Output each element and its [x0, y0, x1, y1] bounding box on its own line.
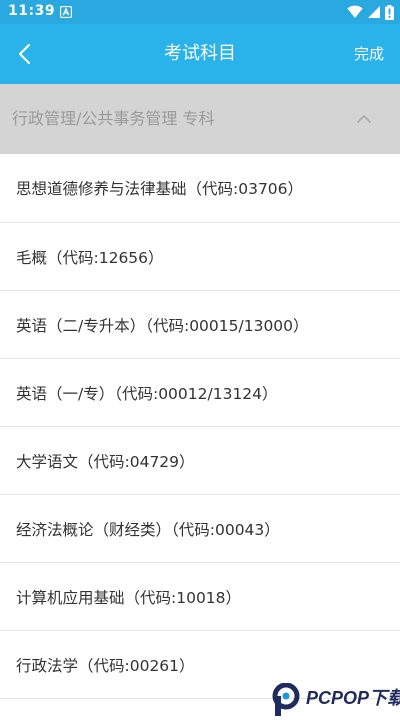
subject-item[interactable]: 毛概（代码:12656）: [0, 223, 400, 291]
status-time: 11:39: [8, 3, 56, 19]
subject-label: 计算机应用基础（代码:10018）: [16, 588, 242, 607]
pcpop-logo-icon: [272, 683, 300, 716]
subject-label: 大学语文（代码:04729）: [16, 452, 195, 471]
status-bar: 11:39: [0, 0, 400, 24]
subject-item[interactable]: 英语（二/专升本）（代码:00015/13000）: [0, 291, 400, 359]
subject-label: 经济法概论（财经类）（代码:00043）: [16, 520, 280, 539]
page-title: 考试科目: [164, 43, 236, 64]
subject-item[interactable]: 英语（一/专）（代码:00012/13124）: [0, 359, 400, 427]
subject-label: 思想道德修养与法律基础（代码:03706）: [16, 180, 304, 198]
status-icons: [347, 4, 394, 20]
subject-list: 思想道德修养与法律基础（代码:03706） 毛概（代码:12656） 英语（二/…: [0, 154, 400, 699]
category-header[interactable]: 行政管理/公共事务管理 专科: [0, 84, 400, 154]
subject-item[interactable]: 大学语文（代码:04729）: [0, 427, 400, 495]
signal-icon: [368, 6, 380, 18]
chevron-left-icon: [18, 43, 31, 65]
subject-label: 毛概（代码:12656）: [16, 248, 164, 267]
chevron-up-icon[interactable]: [356, 111, 372, 127]
subject-item[interactable]: 计算机应用基础（代码:10018）: [0, 563, 400, 631]
a-app-icon: [60, 6, 72, 18]
back-button[interactable]: [4, 34, 44, 74]
subject-item[interactable]: 经济法概论（财经类）（代码:00043）: [0, 495, 400, 563]
subject-label: 英语（一/专）（代码:00012/13124）: [16, 384, 278, 403]
subject-item[interactable]: 思想道德修养与法律基础（代码:03706）: [0, 154, 400, 223]
done-button[interactable]: 完成: [354, 24, 384, 84]
app-bar: 考试科目 完成: [0, 24, 400, 84]
watermark-text: PCPOP下载: [306, 688, 400, 708]
subject-label: 英语（二/专升本）（代码:00015/13000）: [16, 316, 309, 335]
battery-icon: [385, 4, 394, 20]
wifi-icon: [347, 5, 363, 18]
watermark-logo: PCPOP下载: [270, 682, 400, 718]
category-label: 行政管理/公共事务管理 专科: [12, 109, 215, 128]
